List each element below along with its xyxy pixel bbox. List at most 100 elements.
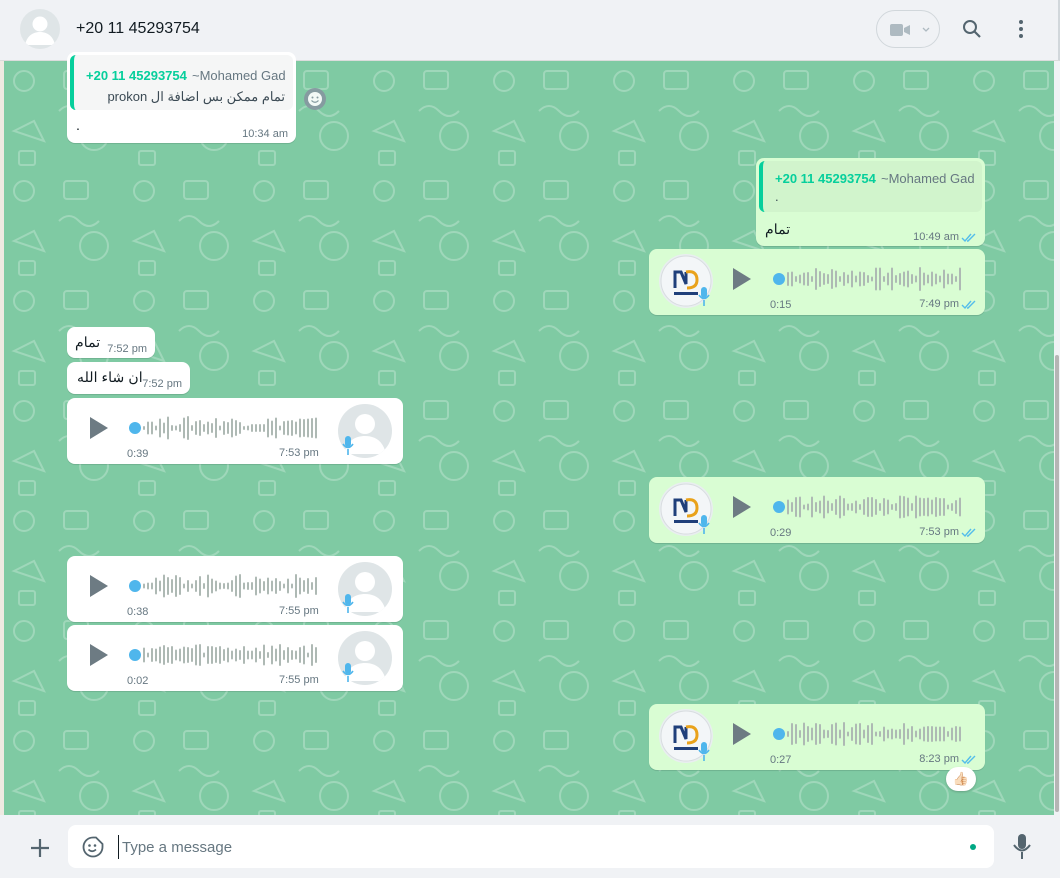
- waveform-bar: [243, 582, 245, 590]
- waveform-bar: [219, 646, 221, 664]
- waveform-bar: [179, 648, 181, 662]
- waveform-bar: [211, 578, 213, 594]
- video-call-icon: [890, 24, 910, 36]
- waveform-bar: [259, 424, 261, 432]
- waveform[interactable]: [129, 642, 329, 668]
- waveform-bar: [931, 726, 933, 742]
- waveform-bar: [795, 497, 797, 517]
- waveform-bar: [231, 418, 233, 438]
- waveform-bar: [179, 577, 181, 595]
- waveform-bar: [155, 425, 157, 431]
- waveform[interactable]: [773, 266, 973, 292]
- contact-name[interactable]: +20 11 45293754: [76, 20, 200, 38]
- outgoing-voice-message[interactable]: 0:27 8:23 pm: [649, 704, 985, 770]
- incoming-voice-message[interactable]: 0:02 7:55 pm: [67, 625, 403, 691]
- waveform-bar: [867, 497, 869, 517]
- waveform-bar: [787, 731, 789, 737]
- waveform-bar: [295, 574, 297, 598]
- thumbs-up-reaction[interactable]: 👍🏻: [946, 767, 976, 791]
- waveform-bar: [835, 499, 837, 515]
- waveform-bar: [923, 498, 925, 516]
- waveform-bar: [267, 418, 269, 438]
- waveform[interactable]: [773, 494, 973, 520]
- outgoing-message-reply[interactable]: +20 11 45293754 ~Mohamed Gad . تمام 10:4…: [756, 158, 985, 246]
- incoming-voice-message[interactable]: 0:39 7:53 pm: [67, 398, 403, 464]
- waveform-bar: [835, 270, 837, 288]
- waveform-bar: [863, 499, 865, 515]
- waveform-bar: [163, 645, 165, 665]
- waveform-bar: [235, 420, 237, 436]
- waveform-bar: [311, 644, 313, 666]
- waveform-bar: [211, 646, 213, 664]
- message-text: .: [76, 118, 80, 134]
- waveform-bar: [803, 272, 805, 286]
- waveform-bar: [955, 276, 957, 282]
- waveform-bar: [935, 726, 937, 742]
- play-icon[interactable]: [90, 644, 108, 666]
- waveform-bar: [899, 495, 901, 519]
- waveform-bar: [823, 273, 825, 285]
- waveform-bar: [843, 722, 845, 746]
- waveform-bar: [271, 420, 273, 436]
- incoming-voice-message[interactable]: 0:38 7:55 pm: [67, 556, 403, 622]
- waveform-bar: [151, 421, 153, 435]
- waveform-bar: [803, 722, 805, 746]
- waveform-bar: [787, 272, 789, 286]
- waveform-bar: [851, 503, 853, 511]
- waveform-bar: [931, 499, 933, 515]
- waveform-bar: [919, 497, 921, 517]
- message-time: 7:55 pm: [279, 674, 319, 686]
- waveform[interactable]: [129, 573, 329, 599]
- react-emoji-icon[interactable]: [304, 88, 326, 110]
- quoted-message[interactable]: +20 11 45293754 ~Mohamed Gad تمام ممكن ب…: [70, 55, 293, 110]
- attach-plus-icon[interactable]: [30, 838, 50, 858]
- play-icon[interactable]: [733, 723, 751, 745]
- waveform-bar: [947, 504, 949, 510]
- message-time: 7:52 pm: [107, 343, 147, 355]
- search-icon[interactable]: [962, 19, 982, 39]
- waveform-bar: [307, 418, 309, 438]
- quoted-text: تمام ممكن بس اضافة ال prokon: [107, 89, 285, 104]
- waveform-bar: [147, 652, 149, 658]
- waveform[interactable]: [773, 721, 973, 747]
- waveform-bar: [279, 581, 281, 591]
- mic-icon: [698, 287, 710, 306]
- waveform-bar: [283, 650, 285, 660]
- quoted-message[interactable]: +20 11 45293754 ~Mohamed Gad .: [759, 161, 982, 212]
- waveform-bar: [303, 645, 305, 665]
- waveform-bar: [239, 650, 241, 660]
- video-call-button[interactable]: [876, 10, 940, 48]
- waveform-bar: [223, 583, 225, 589]
- voice-duration: 0:02: [127, 675, 149, 687]
- message-time: 10:34 am: [242, 128, 288, 140]
- incoming-message-reply[interactable]: +20 11 45293754 ~Mohamed Gad تمام ممكن ب…: [67, 52, 296, 143]
- scrollbar-thumb[interactable]: [1055, 355, 1059, 812]
- waveform-bar: [839, 495, 841, 519]
- outgoing-voice-message[interactable]: 0:29 7:53 pm: [649, 477, 985, 543]
- sticker-emoji-icon[interactable]: [82, 836, 104, 858]
- waveform-bar: [183, 417, 185, 439]
- read-ticks-icon: [961, 300, 976, 310]
- play-icon[interactable]: [733, 268, 751, 290]
- default-avatar-icon[interactable]: [20, 9, 60, 49]
- kebab-menu-icon[interactable]: [1018, 19, 1024, 39]
- waveform[interactable]: [129, 415, 329, 441]
- incoming-message[interactable]: ان شاء الله 7:52 pm: [67, 362, 190, 394]
- incoming-message[interactable]: تمام 7:52 pm: [67, 327, 155, 358]
- play-icon[interactable]: [90, 417, 108, 439]
- waveform-bar: [903, 496, 905, 518]
- message-input[interactable]: [118, 835, 944, 859]
- waveform-bar: [167, 416, 169, 440]
- outgoing-voice-message[interactable]: 0:15 7:49 pm: [649, 249, 985, 315]
- waveform-bar: [823, 495, 825, 519]
- waveform-bar: [315, 577, 317, 595]
- play-icon[interactable]: [90, 575, 108, 597]
- waveform-bar: [271, 645, 273, 665]
- message-input-box[interactable]: [68, 825, 994, 868]
- waveform-bar: [875, 499, 877, 515]
- play-icon[interactable]: [733, 496, 751, 518]
- voice-record-mic-icon[interactable]: [1013, 834, 1031, 860]
- waveform-bar: [859, 723, 861, 745]
- waveform-bar: [915, 730, 917, 738]
- waveform-bar: [831, 269, 833, 289]
